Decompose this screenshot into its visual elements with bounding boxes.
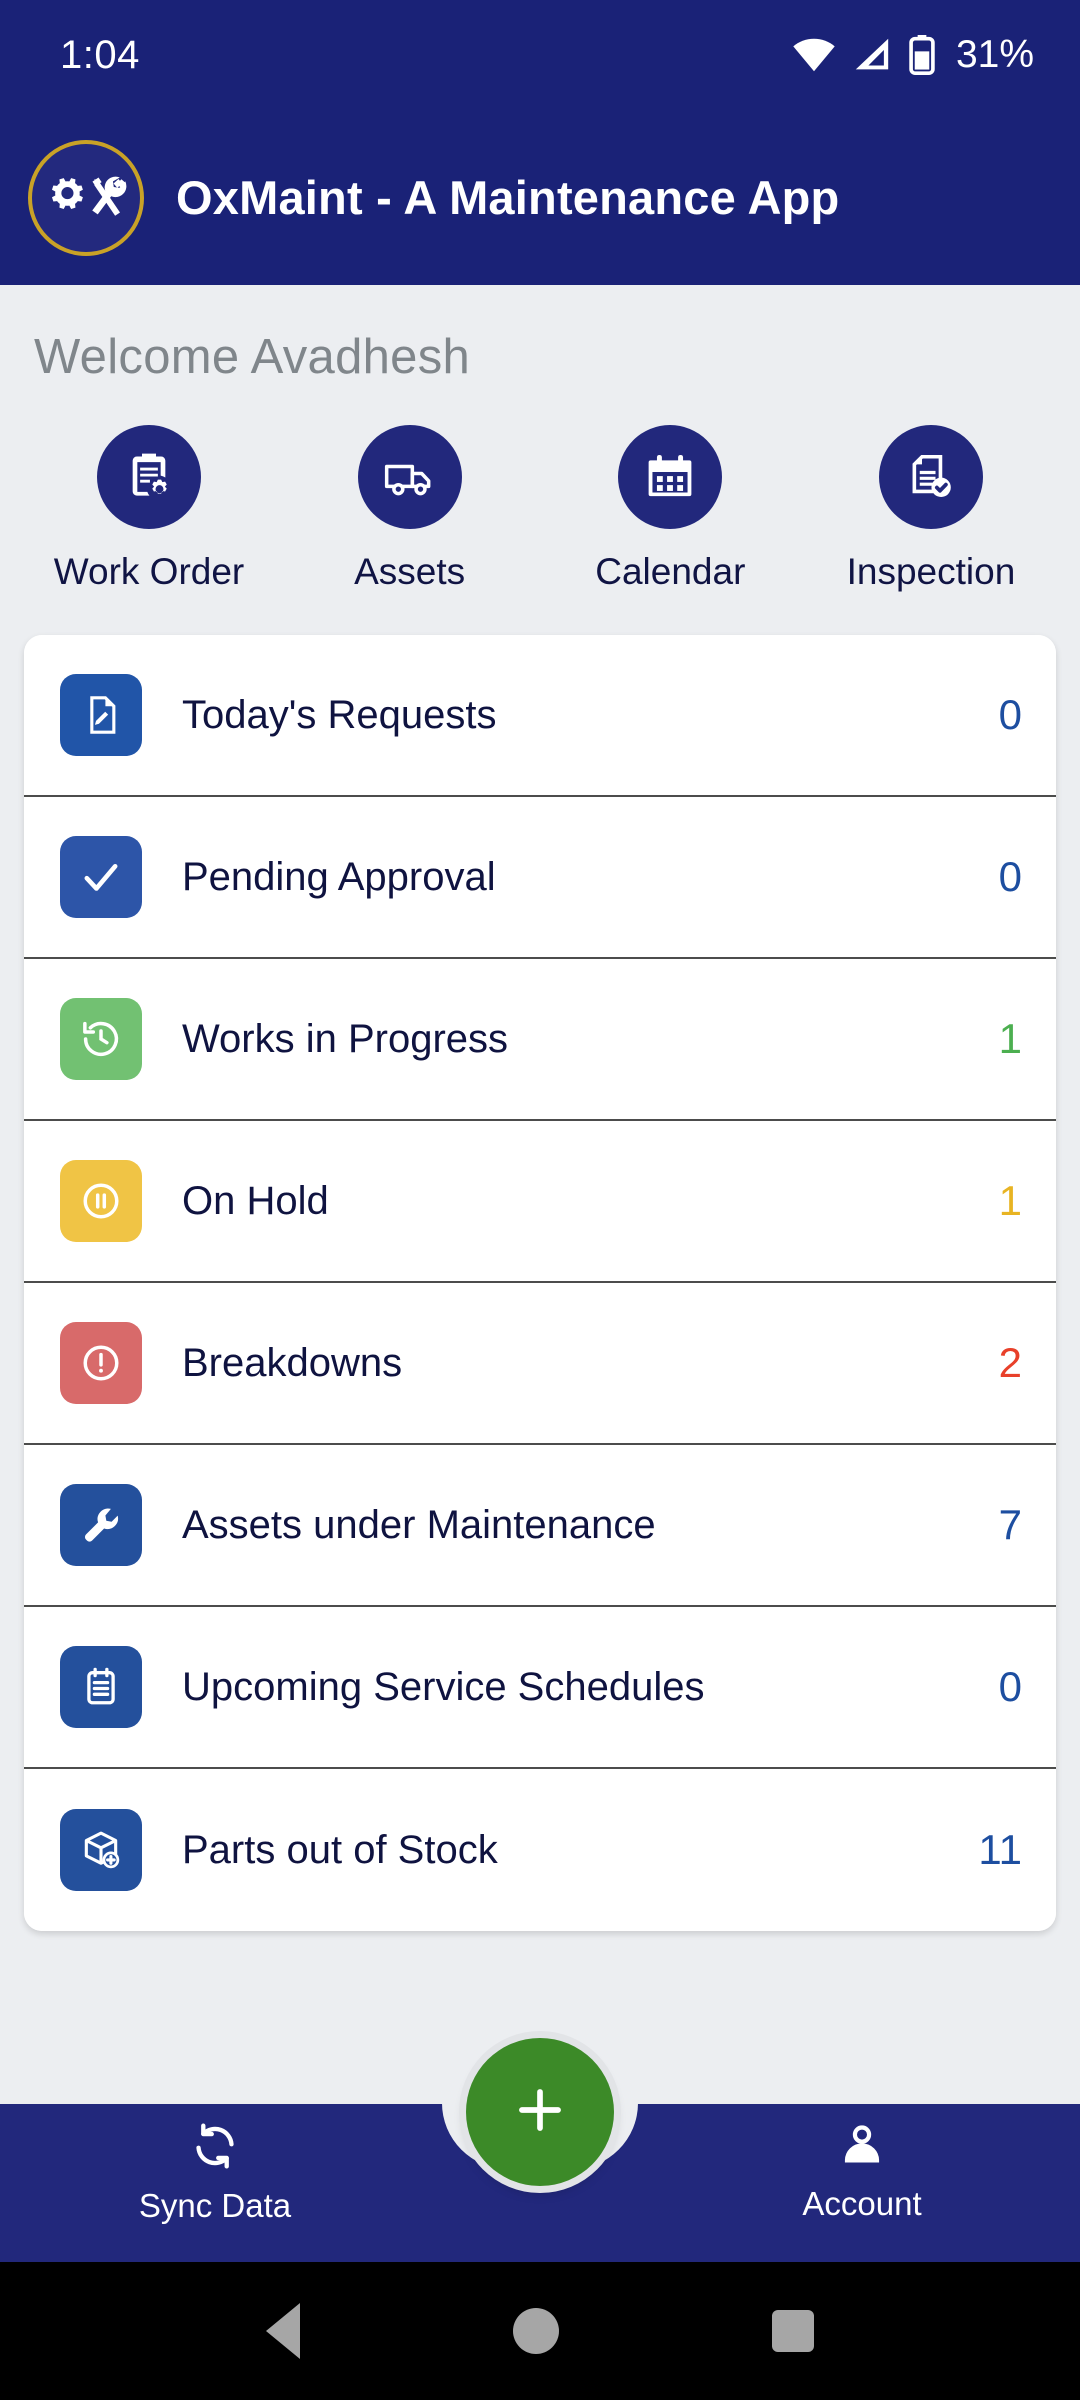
row-value: 1 (998, 1015, 1022, 1062)
row-label: Works in Progress (182, 1016, 509, 1061)
document-edit-icon (60, 674, 142, 756)
alert-circle-icon (60, 1322, 142, 1404)
row-value: 7 (998, 1501, 1022, 1548)
cell-signal-icon (852, 37, 892, 73)
status-icon-group: 31% (792, 33, 1034, 77)
battery-icon (908, 35, 936, 75)
recents-square-icon[interactable] (771, 2310, 814, 2352)
row-value: 0 (998, 853, 1022, 900)
app-bar: OxMaint - A Maintenance App (0, 110, 1080, 285)
table-row[interactable]: On Hold 1 (24, 1121, 1056, 1283)
quick-action-assets[interactable]: Assets (287, 425, 533, 593)
row-label: Breakdowns (182, 1340, 403, 1385)
quick-action-label: Assets (354, 551, 466, 592)
status-bar: 1:04 31% (0, 0, 1080, 110)
row-label: Assets under Maintenance (182, 1502, 656, 1547)
android-system-nav (0, 2262, 1080, 2400)
row-value: 2 (998, 1339, 1022, 1386)
stats-card: Today's Requests 0 Pending Approval 0 Wo… (24, 635, 1056, 1931)
row-value: 1 (998, 1177, 1022, 1224)
row-label: Parts out of Stock (182, 1827, 498, 1872)
quick-action-label: Work Order (53, 551, 245, 592)
home-circle-icon[interactable] (512, 2308, 559, 2354)
row-value: 11 (978, 1826, 1022, 1873)
row-label: Pending Approval (182, 854, 496, 899)
quick-action-calendar[interactable]: Calendar (547, 425, 793, 593)
quick-action-label: Calendar (595, 551, 746, 592)
table-row[interactable]: Today's Requests 0 (24, 635, 1056, 797)
check-icon (60, 836, 142, 918)
pause-circle-icon (60, 1160, 142, 1242)
wrench-icon (60, 1484, 142, 1566)
wifi-icon (792, 37, 836, 73)
quick-action-work-order[interactable]: Work Order (26, 425, 272, 593)
table-row[interactable]: Upcoming Service Schedules 0 (24, 1607, 1056, 1769)
table-row[interactable]: Parts out of Stock 11 (24, 1769, 1056, 1931)
battery-percent: 31% (955, 33, 1034, 76)
nav-item-label: Sync Data (138, 2187, 292, 2224)
quick-actions-row: Work Order Assets Calendar Inspection (0, 385, 1080, 593)
quick-action-inspection[interactable]: Inspection (808, 425, 1054, 593)
quick-action-label: Inspection (846, 551, 1016, 592)
back-triangle-icon[interactable] (266, 2303, 301, 2359)
table-row[interactable]: Breakdowns 2 (24, 1283, 1056, 1445)
table-row[interactable]: Works in Progress 1 (24, 959, 1056, 1121)
row-value: 0 (998, 1663, 1022, 1710)
notepad-icon (60, 1646, 142, 1728)
document-check-icon (878, 425, 983, 529)
table-row[interactable]: Assets under Maintenance 7 (24, 1445, 1056, 1607)
calendar-icon (618, 425, 723, 529)
gear-wrench-logo-icon (28, 139, 144, 256)
welcome-message: Welcome Avadhesh (34, 330, 471, 384)
row-label: Today's Requests (182, 692, 497, 737)
row-label: On Hold (182, 1178, 329, 1223)
box-plus-icon (60, 1809, 142, 1891)
add-button[interactable] (466, 2038, 614, 2186)
main-content: Welcome Avadhesh Work Order Assets Calen… (0, 285, 1080, 1931)
history-icon (60, 998, 142, 1080)
row-label: Upcoming Service Schedules (182, 1664, 705, 1709)
truck-icon (357, 425, 462, 529)
status-time: 1:04 (60, 32, 140, 77)
nav-item-label: Account (802, 2185, 922, 2222)
clipboard-gear-icon (97, 425, 201, 529)
sync-icon (189, 2120, 241, 2177)
plus-icon (509, 2079, 571, 2146)
row-value: 0 (998, 691, 1022, 738)
person-icon (837, 2120, 887, 2175)
app-title: OxMaint - A Maintenance App (176, 171, 840, 224)
table-row[interactable]: Pending Approval 0 (24, 797, 1056, 959)
